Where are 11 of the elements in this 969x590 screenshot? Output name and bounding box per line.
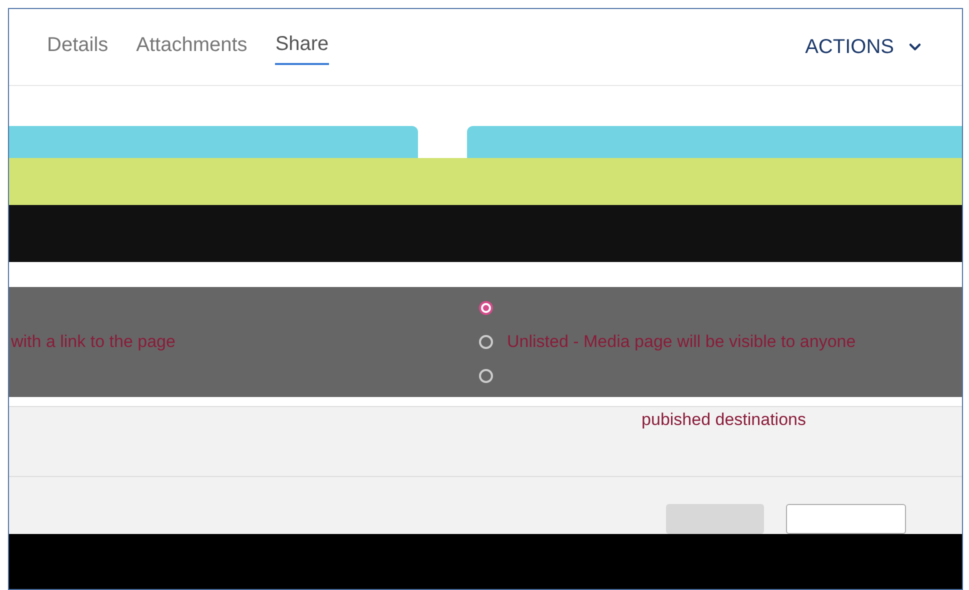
- tab[interactable]: Details: [47, 30, 108, 64]
- tab[interactable]: Share: [275, 29, 329, 66]
- actions-button[interactable]: ACTIONS: [805, 32, 924, 62]
- tab[interactable]: Attachments: [136, 30, 248, 64]
- radio-button[interactable]: [479, 300, 493, 314]
- radio-button[interactable]: [479, 368, 493, 382]
- description-text: pubished destinations: [642, 408, 806, 430]
- outlined-button[interactable]: [786, 504, 906, 534]
- option-label: Unlisted - Media page will be visible to anyone: [507, 330, 856, 353]
- description-text: with a link to the page: [11, 330, 176, 353]
- radio-button[interactable]: [479, 334, 493, 348]
